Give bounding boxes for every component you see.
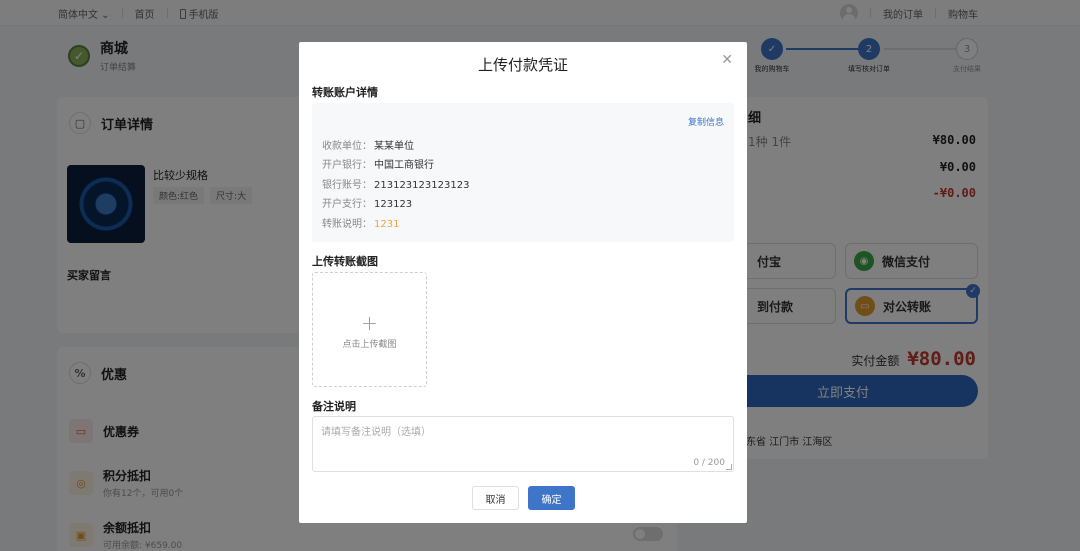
- remark-section-label: 备注说明: [312, 400, 356, 413]
- account-section-label: 转账账户详情: [312, 86, 378, 99]
- resize-handle[interactable]: [726, 464, 732, 470]
- remark-field: 0 / 200: [312, 416, 734, 472]
- upload-hint: 点击上传截图: [342, 340, 397, 350]
- cancel-button[interactable]: 取消: [472, 486, 519, 510]
- remark-counter: 0 / 200: [693, 458, 725, 468]
- confirm-button[interactable]: 确定: [528, 486, 575, 510]
- dialog-title: 上传付款凭证: [477, 56, 568, 74]
- field-key: 收款单位：: [322, 141, 372, 152]
- info-branch: 开户支行： 123123: [322, 195, 412, 210]
- field-key: 转账说明：: [322, 219, 372, 230]
- field-value: 123123: [374, 199, 413, 210]
- plus-icon: +: [361, 311, 378, 335]
- info-transfer-note: 转账说明： 1231: [322, 215, 399, 230]
- info-account-number: 银行账号： 213123123123123: [322, 176, 469, 191]
- field-value: 某某单位: [374, 141, 414, 152]
- field-key: 开户银行：: [322, 160, 372, 171]
- copy-info-link[interactable]: 复制信息: [688, 115, 724, 128]
- field-value: 213123123123123: [374, 180, 470, 191]
- account-info-box: 复制信息 收款单位： 某某单位 开户银行： 中国工商银行 银行账号： 21312312…: [312, 103, 734, 242]
- info-payee: 收款单位： 某某单位: [322, 137, 414, 152]
- field-value: 1231: [374, 219, 400, 230]
- info-bank: 开户银行： 中国工商银行: [322, 156, 434, 171]
- remark-textarea[interactable]: [313, 417, 733, 471]
- upload-proof-dialog: 上传付款凭证 ✕ 转账账户详情 复制信息 收款单位： 某某单位 开户银行： 中国工商…: [299, 42, 747, 523]
- upload-screenshot-area[interactable]: + 点击上传截图: [312, 272, 427, 387]
- upload-section-label: 上传转账截图: [312, 255, 378, 268]
- close-icon[interactable]: ✕: [721, 52, 733, 68]
- field-key: 银行账号：: [322, 180, 372, 191]
- field-key: 开户支行：: [322, 199, 372, 210]
- field-value: 中国工商银行: [374, 160, 434, 171]
